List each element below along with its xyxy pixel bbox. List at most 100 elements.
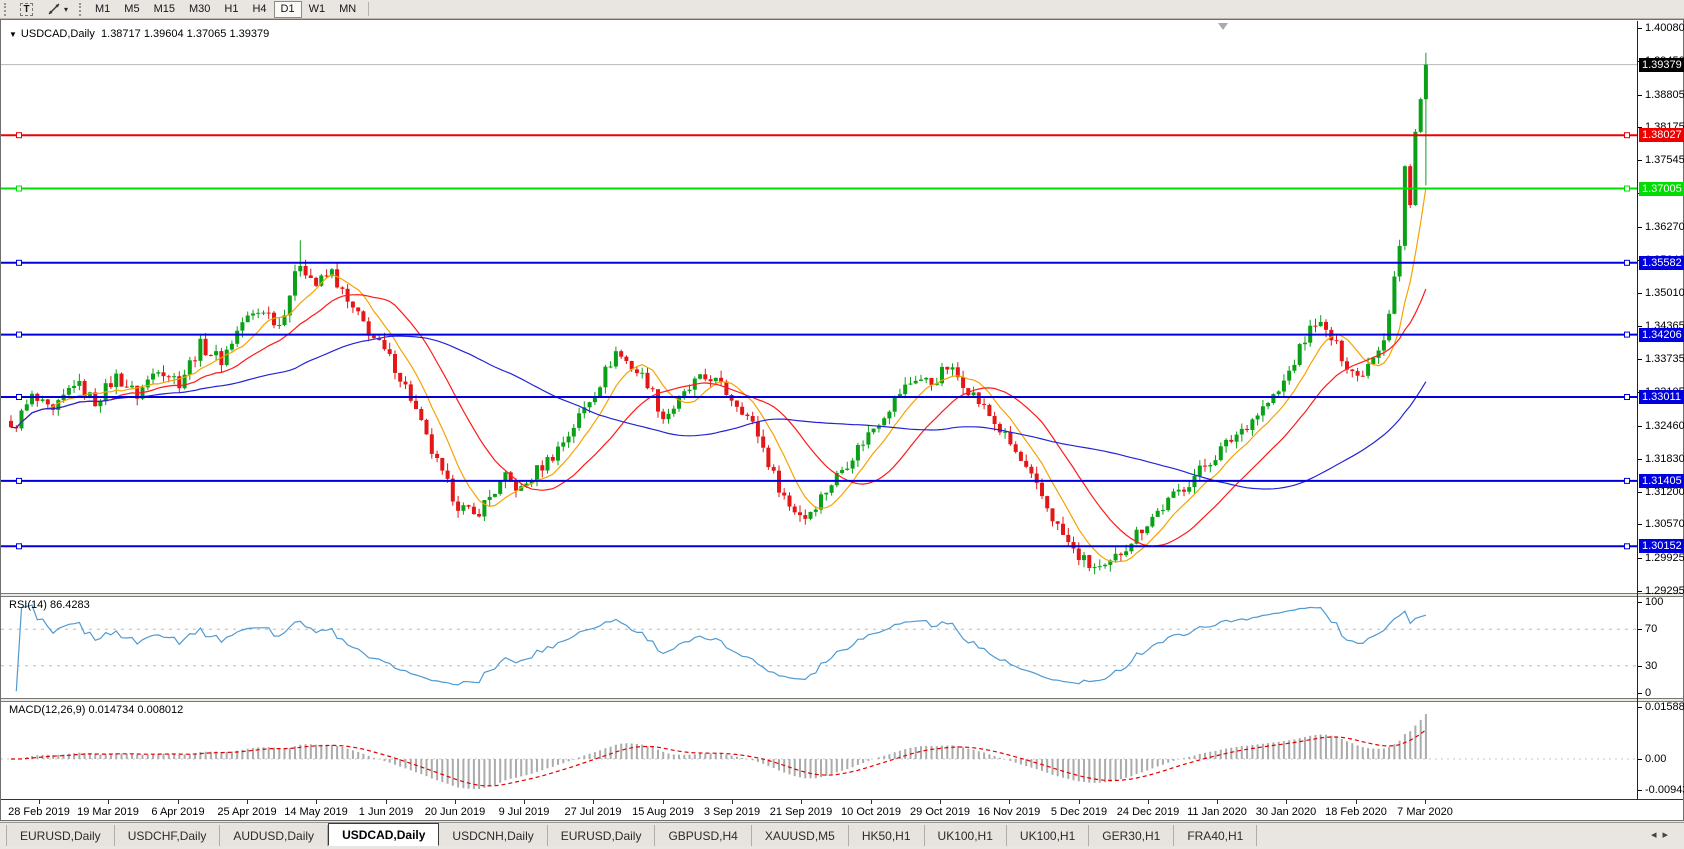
price-level-badge: 1.34206 [1639,328,1684,342]
date-label: 25 Apr 2019 [217,806,276,818]
chart-tab-audusd-daily[interactable]: AUDUSD,Daily [220,825,328,846]
hline-handle[interactable] [1625,544,1630,549]
date-label: 16 Nov 2019 [978,806,1040,818]
hline-handle[interactable] [17,133,22,138]
date-tick-mark [1217,800,1218,804]
hline-handle[interactable] [17,478,22,483]
macd-histogram [11,714,1426,789]
macd-tick-label: 0.015884 [1645,701,1684,713]
date-tick-mark [39,800,40,804]
timeframe-button-h4[interactable]: H4 [245,1,273,18]
chart-tab-fra40-h1[interactable]: FRA40,H1 [1174,825,1257,846]
timeframe-button-m15[interactable]: M15 [147,1,182,18]
chart-tab-gbpusd-h4[interactable]: GBPUSD,H4 [655,825,751,846]
timeframe-button-h1[interactable]: H1 [217,1,245,18]
date-label: 28 Feb 2019 [8,806,70,818]
date-tick-mark [386,800,387,804]
current-price-badge: 1.39379 [1639,58,1684,72]
date-tick-mark [663,800,664,804]
tab-scroll-left-icon[interactable]: ◂ [1651,829,1663,841]
arrows-tool-icon [47,3,61,16]
candlestick-chart [1,21,1637,593]
price-tick-mark [1638,426,1642,427]
hline-handle[interactable] [17,332,22,337]
price-tick-mark [1638,359,1642,360]
chart-shift-marker[interactable] [1218,23,1228,30]
price-tick-mark [1638,293,1642,294]
rsi-tick-label: 100 [1645,596,1663,608]
hline-handle[interactable] [17,186,22,191]
price-tick-mark [1638,227,1642,228]
date-tick-mark [732,800,733,804]
hline-handle[interactable] [17,395,22,400]
price-axis-divider [1637,21,1638,799]
chart-symbol-timeframe: USDCAD,Daily [21,28,95,40]
date-label: 3 Sep 2019 [704,806,760,818]
timeframe-button-m1[interactable]: M1 [88,1,117,18]
hline-handle[interactable] [1625,395,1630,400]
tab-scroll-right-icon[interactable]: ▸ [1662,829,1674,841]
timeframe-button-mn[interactable]: MN [332,1,363,18]
hline-handle[interactable] [1625,260,1630,265]
moving-average-8 [11,188,1426,562]
timeframe-button-d1[interactable]: D1 [274,1,302,18]
price-level-badge: 1.37005 [1639,182,1684,196]
date-tick-mark [593,800,594,804]
chart-tab-uk100-h1[interactable]: UK100,H1 [1007,825,1089,846]
collapse-arrow-icon[interactable]: ▼ [9,30,17,39]
chart-tab-usdchf-daily[interactable]: USDCHF,Daily [115,825,221,846]
price-tick-label: 1.31830 [1645,453,1684,465]
date-label: 7 Mar 2020 [1397,806,1453,818]
toolbar-grip2[interactable] [79,3,83,16]
price-tick-mark [1638,492,1642,493]
macd-tick-mark [1638,759,1642,760]
macd-chart [1,702,1637,799]
chart-tab-eurusd-daily[interactable]: EURUSD,Daily [548,825,656,846]
price-tick-mark [1638,558,1642,559]
date-tick-mark [247,800,248,804]
timeframe-button-m5[interactable]: M5 [117,1,146,18]
date-tick-mark [1079,800,1080,804]
chart-tab-xauusd-m5[interactable]: XAUUSD,M5 [752,825,849,846]
date-tick-mark [1148,800,1149,804]
tab-scroll-arrows[interactable]: ◂▸ [1651,828,1674,841]
hline-handle[interactable] [1625,133,1630,138]
rsi-line [16,605,1426,691]
date-label: 24 Dec 2019 [1117,806,1179,818]
rsi-tick-mark [1638,629,1642,630]
chart-tab-eurusd-daily[interactable]: EURUSD,Daily [6,825,115,846]
date-label: 27 Jul 2019 [565,806,622,818]
date-label: 5 Dec 2019 [1051,806,1107,818]
chart-tab-ger30-h1[interactable]: GER30,H1 [1089,825,1174,846]
date-tick-mark [108,800,109,804]
dropdown-caret-icon: ▾ [64,5,68,14]
rsi-tick-mark [1638,666,1642,667]
price-tick-label: 1.40080 [1645,22,1684,34]
macd-tick-mark [1638,790,1642,791]
chart-tab-uk100-h1[interactable]: UK100,H1 [925,825,1007,846]
macd-label: MACD(12,26,9) 0.014734 0.008012 [9,704,183,716]
text-tool-button[interactable]: T [13,1,40,18]
hline-handle[interactable] [1625,478,1630,483]
macd-signal-line [11,730,1426,786]
chart-tab-usdcnh-daily[interactable]: USDCNH,Daily [439,825,547,846]
rsi-chart [1,597,1637,698]
price-level-badge: 1.38027 [1639,128,1684,142]
toolbar-grip[interactable] [4,3,8,16]
hline-handle[interactable] [1625,186,1630,191]
hline-handle[interactable] [17,544,22,549]
arrows-tool-button[interactable]: ▾ [40,1,75,18]
timeframe-button-w1[interactable]: W1 [302,1,333,18]
timeframe-button-m30[interactable]: M30 [182,1,217,18]
rsi-label: RSI(14) 86.4283 [9,599,90,611]
hline-handle[interactable] [1625,332,1630,337]
rsi-tick-label: 0 [1645,687,1651,699]
chart-tab-hk50-h1[interactable]: HK50,H1 [849,825,925,846]
chart-tab-usdcad-daily[interactable]: USDCAD,Daily [328,823,439,846]
date-tick-mark [455,800,456,804]
rsi-tick-label: 30 [1645,660,1657,672]
price-tick-mark [1638,28,1642,29]
macd-tick-mark [1638,707,1642,708]
hline-handle[interactable] [17,260,22,265]
macd-tick-label: 0.00 [1645,753,1666,765]
